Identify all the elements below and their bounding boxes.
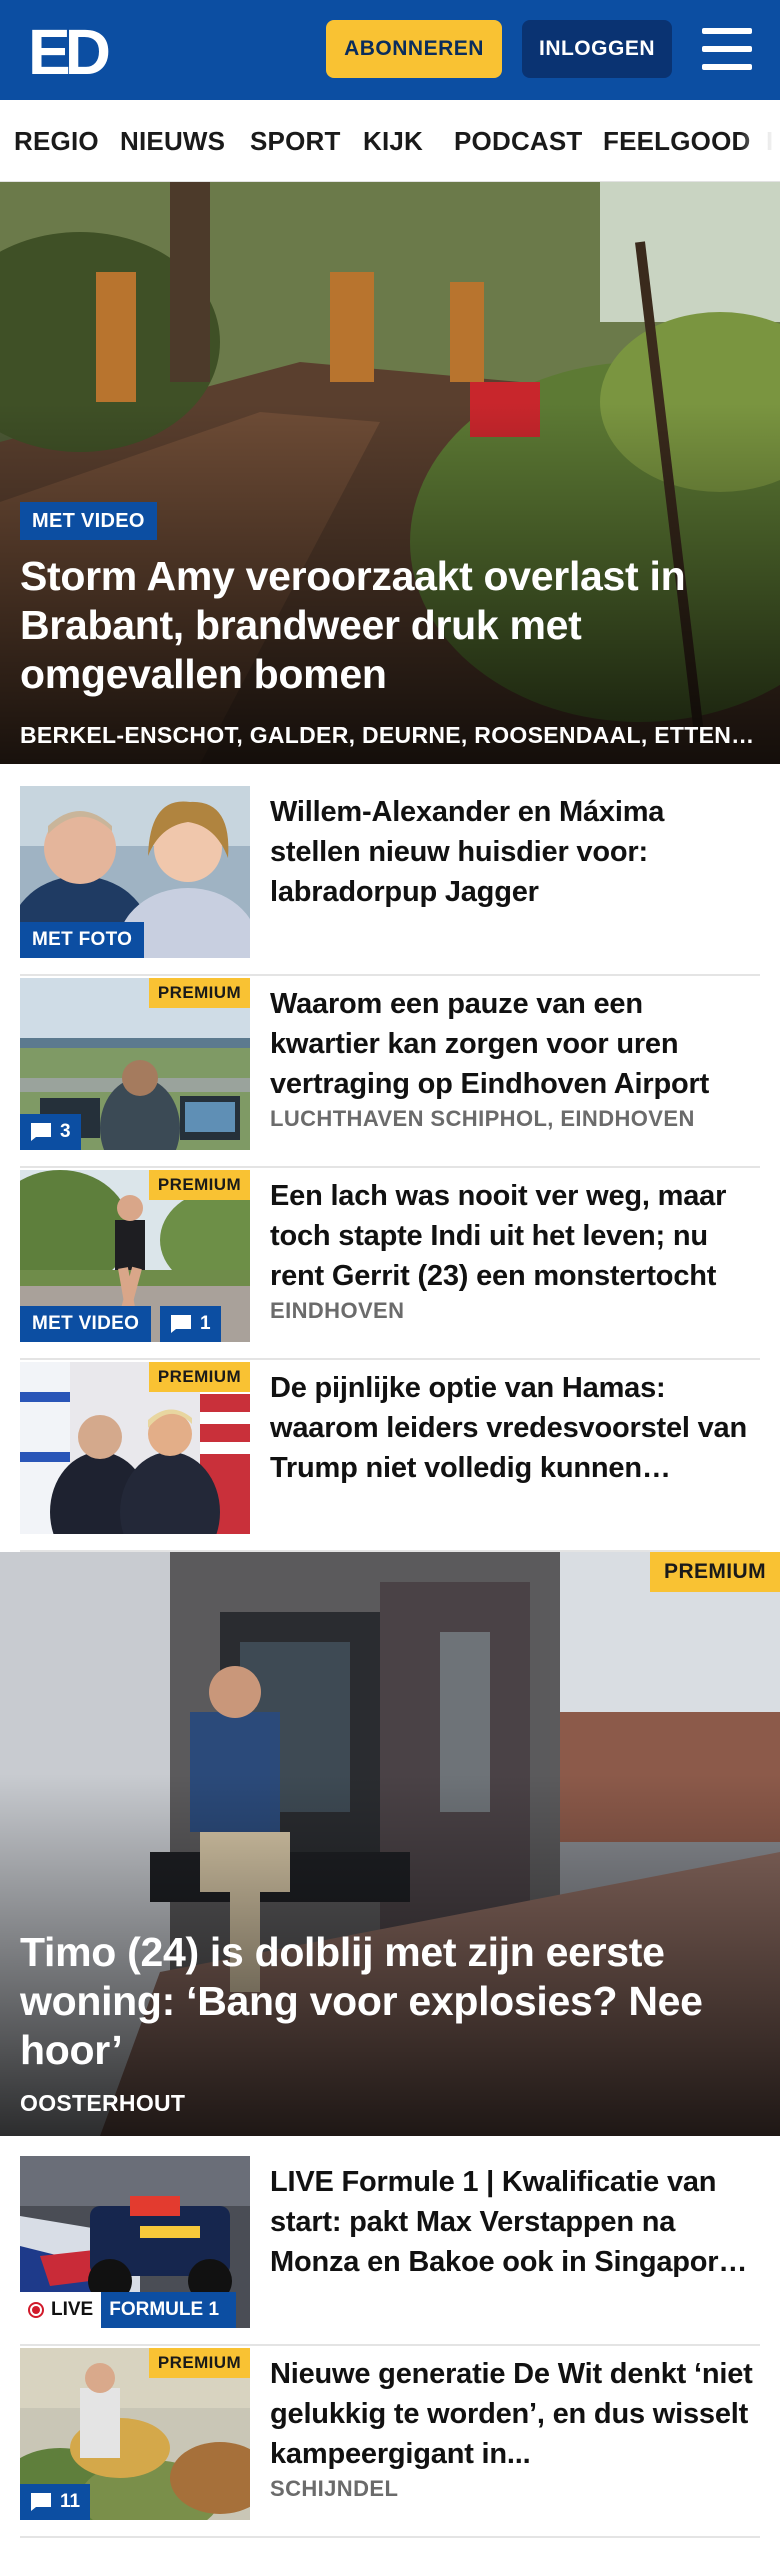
- hero-title[interactable]: Timo (24) is dolblij met zijn eerste won…: [20, 1928, 760, 2075]
- article-location: LUCHTHAVEN SCHIPHOL, EINDHOVEN: [270, 1106, 695, 1131]
- svg-text:ED: ED: [28, 18, 109, 80]
- hero-article-storm[interactable]: MET VIDEO Storm Amy veroorzaakt overlast…: [0, 182, 780, 764]
- premium-badge: PREMIUM: [148, 2348, 250, 2378]
- article-thumbnail: MET FOTO: [20, 786, 250, 958]
- article-airport-delay[interactable]: PREMIUM 3 Waarom een pauze van een kwart…: [20, 978, 760, 1168]
- nav-item-sport[interactable]: SPORT: [250, 100, 341, 181]
- live-badge: LIVE FORMULE 1: [20, 2292, 237, 2328]
- article-thumbnail: LIVE FORMULE 1: [20, 2156, 250, 2328]
- article-thumbnail: PREMIUM MET VIDEO 1: [20, 1170, 250, 1342]
- comment-count-badge[interactable]: 3: [20, 1114, 81, 1150]
- category-tag: FORMULE 1: [101, 2292, 237, 2328]
- nav-item-nieuws[interactable]: NIEUWS: [120, 100, 225, 181]
- subscribe-button[interactable]: ABONNEREN: [326, 20, 502, 78]
- nav-item-feelgood[interactable]: FEELGOOD: [603, 100, 751, 181]
- nav-item-podcast[interactable]: PODCAST: [454, 100, 583, 181]
- article-thumbnail: PREMIUM: [20, 1362, 250, 1534]
- premium-badge: PREMIUM: [148, 978, 250, 1008]
- article-title[interactable]: De pijnlijke optie van Hamas: waarom lei…: [270, 1368, 760, 1488]
- premium-badge: PREMIUM: [148, 1170, 250, 1200]
- site-header: ED ABONNEREN INLOGGEN: [0, 0, 780, 100]
- article-indi-run[interactable]: PREMIUM MET VIDEO 1 Een lach was nooit v…: [20, 1170, 760, 1360]
- article-de-wit[interactable]: PREMIUM 11 Nieuwe generatie De Wit denkt…: [20, 2348, 760, 2538]
- nav-item-regio[interactable]: REGIO: [14, 100, 99, 181]
- ed-logo[interactable]: ED: [28, 18, 116, 80]
- article-title[interactable]: LIVE Formule 1 | Kwalificatie van start:…: [270, 2162, 760, 2282]
- hamburger-menu-icon[interactable]: [700, 26, 754, 72]
- hero-title[interactable]: Storm Amy veroorzaakt overlast in Braban…: [20, 552, 760, 699]
- article-thumbnail: PREMIUM 11: [20, 2348, 250, 2520]
- photo-badge: MET FOTO: [20, 922, 145, 958]
- article-royal-puppy[interactable]: MET FOTO Willem-Alexander en Máxima stel…: [20, 786, 760, 976]
- hero-location: OOSTERHOUT: [20, 2090, 186, 2116]
- article-location: EINDHOVEN: [270, 1298, 405, 1323]
- nav-fade: [740, 100, 780, 181]
- comment-count-badge[interactable]: 1: [160, 1306, 221, 1342]
- comment-count: 1: [200, 1313, 211, 1334]
- premium-badge: PREMIUM: [148, 1362, 250, 1392]
- article-title[interactable]: Nieuwe generatie De Wit denkt ‘niet gelu…: [270, 2354, 760, 2474]
- hero-article-timo[interactable]: PREMIUM Timo (24) is dolblij met zijn ee…: [0, 1552, 780, 2136]
- login-button[interactable]: INLOGGEN: [522, 20, 672, 78]
- article-title[interactable]: Een lach was nooit ver weg, maar toch st…: [270, 1176, 760, 1296]
- comment-count-badge[interactable]: 11: [20, 2484, 91, 2520]
- article-f1-live[interactable]: LIVE FORMULE 1 LIVE Formule 1 | Kwalific…: [20, 2156, 760, 2346]
- comment-icon: [171, 1315, 191, 1333]
- comment-count: 3: [60, 1121, 71, 1142]
- premium-badge: PREMIUM: [650, 1552, 780, 1592]
- article-location: SCHIJNDEL: [270, 2476, 399, 2501]
- article-title[interactable]: Willem-Alexander en Máxima stellen nieuw…: [270, 792, 760, 912]
- comment-icon: [31, 2493, 51, 2511]
- live-dot-icon: [28, 2302, 44, 2318]
- article-thumbnail: PREMIUM 3: [20, 978, 250, 1150]
- section-nav: REGIO NIEUWS SPORT KIJK PODCAST FEELGOOD…: [0, 100, 780, 182]
- hero-locations: BERKEL-ENSCHOT, GALDER, DEURNE, ROOSENDA…: [20, 722, 760, 748]
- live-text: LIVE: [51, 2299, 94, 2320]
- nav-item-kijk[interactable]: KIJK: [363, 100, 423, 181]
- video-badge: MET VIDEO: [20, 502, 157, 540]
- comment-icon: [31, 1123, 51, 1141]
- article-hamas-option[interactable]: PREMIUM De pijnlijke optie van Hamas: wa…: [20, 1362, 760, 1552]
- live-label: LIVE: [20, 2292, 102, 2328]
- article-title[interactable]: Waarom een pauze van een kwartier kan zo…: [270, 984, 760, 1104]
- video-badge: MET VIDEO: [20, 1306, 152, 1342]
- comment-count: 11: [60, 2491, 81, 2512]
